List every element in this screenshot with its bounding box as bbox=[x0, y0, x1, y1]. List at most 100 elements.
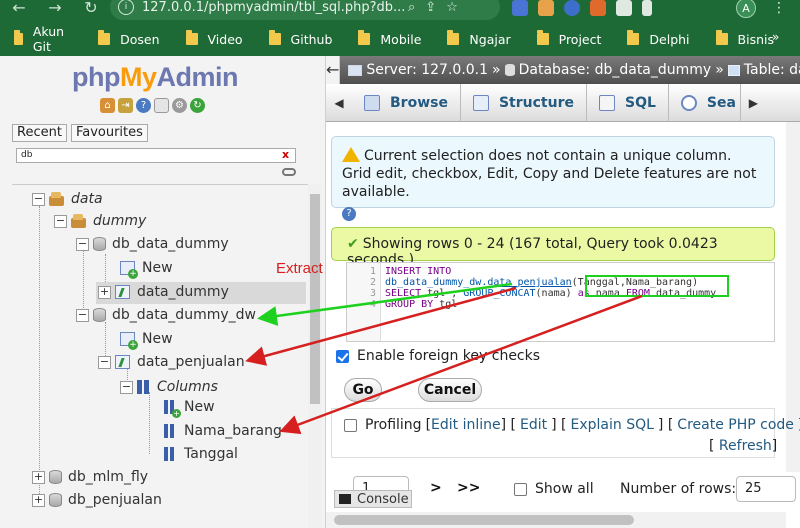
nav-scrollbar-thumb[interactable] bbox=[310, 194, 320, 404]
tree-table-data-penjualan[interactable]: − data_penjualan bbox=[98, 354, 245, 370]
horizontal-scrollbar-thumb[interactable] bbox=[334, 515, 634, 525]
create-php-code-link[interactable]: Create PHP code bbox=[677, 417, 794, 433]
show-all-row[interactable]: Show all bbox=[514, 481, 594, 497]
tree-new-column[interactable]: New bbox=[164, 399, 215, 418]
back-arrow-icon[interactable]: ← bbox=[8, 0, 30, 17]
logout-icon[interactable]: ⇥ bbox=[118, 98, 133, 113]
tab-search[interactable]: Sea bbox=[669, 84, 740, 122]
link-with-main-panel-icon[interactable] bbox=[282, 168, 296, 176]
bookmark-video[interactable]: Video bbox=[185, 30, 243, 47]
tabs-scroll-right-icon[interactable]: ▶ bbox=[739, 83, 766, 122]
tab-sql[interactable]: SQL bbox=[587, 83, 669, 122]
bookmark-delphi[interactable]: Delphi bbox=[627, 30, 690, 47]
new-table-icon bbox=[120, 261, 138, 279]
help-icon[interactable]: ? bbox=[136, 98, 151, 113]
foreign-key-checkbox[interactable] bbox=[336, 349, 349, 363]
bookmark-project[interactable]: Project bbox=[536, 30, 601, 47]
bookmarks-overflow-button[interactable]: » bbox=[772, 30, 779, 44]
column-icon bbox=[164, 424, 178, 438]
url-actions: ⌕ ⇪ ☆ bbox=[408, 0, 458, 15]
explain-sql-link[interactable]: Explain SQL bbox=[571, 417, 654, 433]
edit-link[interactable]: Edit bbox=[520, 417, 547, 433]
home-icon[interactable]: ⌂ bbox=[100, 98, 115, 113]
sidebar-toggle-icon[interactable] bbox=[642, 0, 652, 16]
extension-icon[interactable] bbox=[538, 0, 554, 16]
breadcrumb-database[interactable]: Database: db_data_dummy bbox=[504, 62, 711, 78]
translate-extension-icon[interactable] bbox=[512, 0, 528, 16]
tree-group-dummy[interactable]: − dummy bbox=[54, 213, 146, 229]
globe-extension-icon[interactable] bbox=[564, 0, 580, 16]
tabs-scroll-left-icon[interactable]: ◀ bbox=[326, 84, 352, 122]
phpmyadmin-logo[interactable]: phpMyAdmin bbox=[72, 62, 238, 93]
tree-db-db-data-dummy-dw[interactable]: − db_data_dummy_dw bbox=[76, 307, 256, 323]
browser-menu-icon[interactable]: ⋮ bbox=[772, 0, 786, 16]
collapse-toggle[interactable]: − bbox=[76, 308, 89, 322]
notice-message: Current selection does not contain a uni… bbox=[331, 136, 775, 221]
settings-gear-icon[interactable]: ⚙ bbox=[172, 98, 187, 113]
breadcrumb-server[interactable]: Server: 127.0.0.1 bbox=[348, 62, 488, 78]
tab-favourites[interactable]: Favourites bbox=[70, 124, 148, 142]
console-toggle[interactable]: Console bbox=[334, 490, 412, 508]
bookmark-ngajar[interactable]: Ngajar bbox=[447, 30, 511, 47]
expand-toggle[interactable]: + bbox=[32, 493, 45, 507]
zoom-icon[interactable]: ⌕ bbox=[408, 0, 415, 15]
table-icon bbox=[727, 64, 740, 76]
table-icon bbox=[115, 355, 130, 369]
bookmark-bisnis[interactable]: Bisnis bbox=[715, 30, 774, 47]
bookmark-mobile[interactable]: Mobile bbox=[358, 30, 421, 47]
tree-column-nama-barang[interactable]: Nama_barang bbox=[164, 423, 282, 439]
edit-inline-link[interactable]: Edit inline bbox=[431, 417, 501, 433]
collapse-toggle[interactable]: − bbox=[98, 355, 111, 369]
breadcrumb-table[interactable]: Table: da bbox=[727, 62, 800, 78]
collapse-toggle[interactable]: − bbox=[76, 237, 89, 251]
tree-new-table[interactable]: New bbox=[120, 260, 173, 279]
bookmark-star-icon[interactable]: ☆ bbox=[446, 0, 458, 15]
expand-toggle[interactable]: + bbox=[32, 470, 45, 484]
tree-db-db-mlm-fly[interactable]: + db_mlm_fly bbox=[32, 469, 148, 485]
bookmark-dosen[interactable]: Dosen bbox=[98, 30, 160, 47]
extension-icon[interactable] bbox=[590, 0, 606, 16]
profile-avatar[interactable]: A bbox=[736, 0, 756, 18]
database-icon bbox=[93, 308, 106, 322]
bookmark-github[interactable]: Github bbox=[268, 30, 332, 47]
clear-filter-icon[interactable]: x bbox=[282, 148, 289, 161]
show-all-checkbox[interactable] bbox=[514, 482, 527, 496]
docs-icon[interactable] bbox=[154, 98, 169, 113]
site-info-icon[interactable]: i bbox=[118, 0, 134, 15]
foreign-key-checks-row[interactable]: Enable foreign key checks bbox=[336, 348, 540, 364]
forward-arrow-icon[interactable]: → bbox=[44, 0, 66, 17]
share-icon[interactable]: ⇪ bbox=[425, 0, 436, 15]
cancel-button[interactable]: Cancel bbox=[418, 378, 482, 402]
tree-db-db-data-dummy[interactable]: − db_data_dummy bbox=[76, 236, 229, 252]
reload-icon[interactable]: ↻ bbox=[80, 0, 102, 17]
puzzle-icon[interactable] bbox=[616, 0, 632, 16]
help-icon[interactable]: ? bbox=[342, 207, 356, 221]
collapse-toggle[interactable]: − bbox=[120, 380, 133, 394]
profiling-checkbox[interactable] bbox=[344, 418, 357, 432]
collapse-toggle[interactable]: − bbox=[32, 192, 45, 206]
bookmarks-bar: Akun Git Dosen Video Github Mobile Ngaja… bbox=[0, 22, 800, 56]
sql-query-editor[interactable]: 1 2 3 4 INSERT INTO db_data_dummy_dw.data… bbox=[346, 262, 775, 342]
tree-column-tanggal[interactable]: Tanggal bbox=[164, 446, 238, 462]
navigation-panel: phpMyAdmin ⌂ ⇥ ? ⚙ ↻ Recent Favourites d… bbox=[0, 56, 326, 528]
tree-table-data-dummy[interactable]: + data_dummy bbox=[98, 284, 229, 300]
tree-new-table[interactable]: New bbox=[120, 331, 173, 350]
next-page-button[interactable]: > bbox=[430, 480, 442, 496]
number-of-rows-select[interactable]: 25 bbox=[736, 476, 796, 502]
tree-columns-group[interactable]: − Columns bbox=[120, 379, 218, 395]
collapse-toggle[interactable]: − bbox=[54, 214, 67, 228]
tree-line bbox=[149, 392, 150, 454]
expand-toggle[interactable]: + bbox=[98, 285, 111, 299]
tab-browse[interactable]: Browse bbox=[352, 83, 461, 122]
tab-recent[interactable]: Recent bbox=[12, 124, 67, 142]
tab-structure[interactable]: Structure bbox=[461, 83, 587, 122]
bookmark-akun-git[interactable]: Akun Git bbox=[14, 24, 72, 54]
database-filter-input[interactable]: db bbox=[16, 148, 296, 163]
go-button[interactable]: Go bbox=[344, 378, 382, 402]
collapse-nav-arrow-icon[interactable]: ← bbox=[326, 56, 341, 84]
last-page-button[interactable]: >> bbox=[457, 480, 480, 496]
tree-group-data[interactable]: − data bbox=[32, 191, 103, 207]
tree-db-db-penjualan[interactable]: + db_penjualan bbox=[32, 492, 162, 508]
refresh-link[interactable]: Refresh bbox=[719, 438, 772, 454]
reload-nav-icon[interactable]: ↻ bbox=[190, 98, 205, 113]
